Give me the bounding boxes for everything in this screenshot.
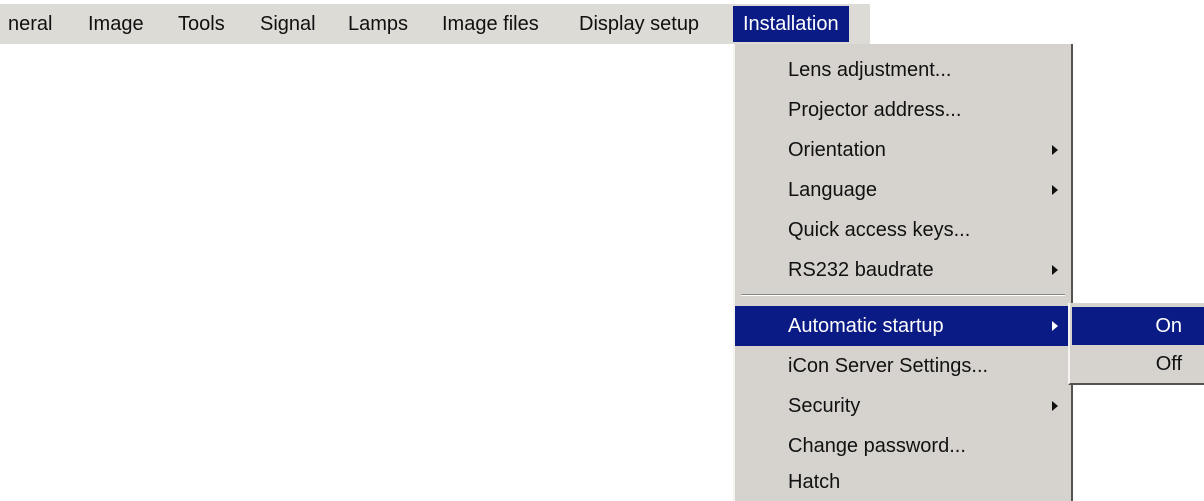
menu-item-orientation[interactable]: Orientation [735,130,1071,170]
submenu-arrow-icon [1052,145,1058,155]
menu-lamps[interactable]: Lamps [348,4,408,44]
menu-general[interactable]: neral [8,4,52,44]
menu-item-language[interactable]: Language [735,170,1071,210]
submenu-item-on[interactable]: On [1072,307,1204,345]
menu-item-label: iCon Server Settings... [788,355,989,377]
menu-installation[interactable]: Installation [733,6,849,42]
menu-tools[interactable]: Tools [178,4,225,44]
menu-signal[interactable]: Signal [260,4,316,44]
menu-item-label: Orientation [788,139,886,161]
menu-item-label: Security [788,395,861,417]
submenu-arrow-icon [1052,401,1058,411]
menu-item-label: Automatic startup [788,315,944,337]
menu-item-security[interactable]: Security [735,386,1071,426]
menu-item-quick-access-keys[interactable]: Quick access keys... [735,210,1071,250]
menu-item-icon-server-settings[interactable]: iCon Server Settings... [735,346,1071,386]
menu-item-label: Projector address... [788,99,962,121]
menu-item-change-password[interactable]: Change password... [735,426,1071,466]
menu-separator [741,294,1065,296]
menu-image[interactable]: Image [88,4,144,44]
menu-image-files[interactable]: Image files [442,4,539,44]
submenu-arrow-icon [1052,185,1058,195]
menu-item-label: Hatch [788,471,841,493]
menu-item-projector-address[interactable]: Projector address... [735,90,1071,130]
submenu-item-label: Off [1155,353,1182,375]
menu-item-hatch[interactable]: Hatch [735,462,1071,501]
automatic-startup-submenu: On Off [1068,303,1204,385]
menu-item-label: Lens adjustment... [788,59,952,81]
submenu-arrow-icon [1052,265,1058,275]
menu-item-rs232-baudrate[interactable]: RS232 baudrate [735,250,1071,290]
menu-item-automatic-startup[interactable]: Automatic startup [735,306,1071,346]
submenu-item-off[interactable]: Off [1072,345,1204,383]
installation-dropdown: Lens adjustment... Projector address... … [733,44,1073,501]
menu-item-lens-adjustment[interactable]: Lens adjustment... [735,50,1071,90]
submenu-arrow-icon [1052,321,1058,331]
screen: neral Image Tools Signal Lamps Image fil… [0,0,1204,501]
menu-item-label: Change password... [788,435,966,457]
menu-item-label: Quick access keys... [788,219,971,241]
menu-item-label: Language [788,179,877,201]
submenu-item-label: On [1155,315,1182,337]
menu-display-setup[interactable]: Display setup [579,4,699,44]
menu-item-label: RS232 baudrate [788,259,934,281]
menu-bar: neral Image Tools Signal Lamps Image fil… [0,4,870,44]
